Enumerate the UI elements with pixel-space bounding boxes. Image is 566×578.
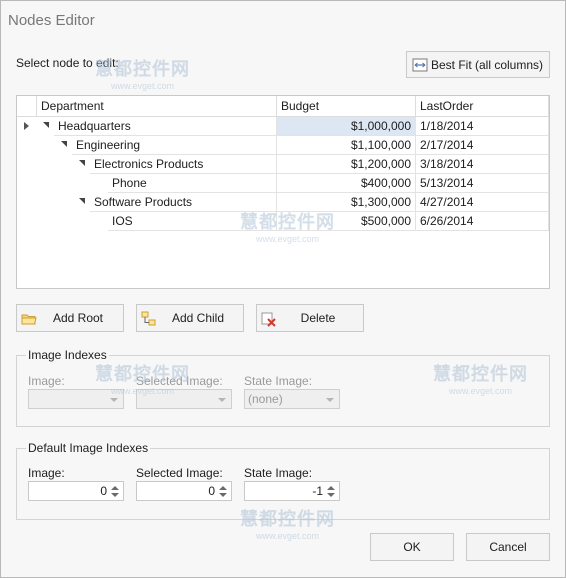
watermark-url: www.evget.com [255,234,320,244]
watermark-text: 慧都控件网 [240,509,335,529]
last-order-cell: 4/27/2014 [416,193,549,212]
department-cell: Electronics Products [90,155,277,174]
spin-down-icon[interactable] [219,493,227,497]
watermark: 慧都控件网 www.evget.com [240,505,335,541]
add-root-label: Add Root [52,311,104,325]
add-root-button[interactable]: Add Root [16,304,124,332]
default-state-image-spinner[interactable]: -1 [244,481,340,501]
state-image-combo[interactable]: (none) [244,389,340,409]
collapse-toggle-icon[interactable] [61,141,67,147]
last-order-cell: 2/17/2014 [416,136,549,155]
spin-down-icon[interactable] [111,493,119,497]
default-selected-image-value: 0 [208,484,215,498]
focused-row-indicator-icon [24,122,29,130]
watermark: 慧都控件网 www.evget.com [95,55,190,91]
department-cell: Engineering [72,136,277,155]
last-order-cell: 5/13/2014 [416,174,549,193]
image-label: Image: [28,374,65,388]
watermark-text: 慧都控件网 [433,364,528,384]
department-cell: Phone [108,174,277,193]
watermark: 慧都控件网 www.evget.com [240,208,335,244]
default-selected-image-spinner[interactable]: 0 [136,481,232,501]
department-cell: Headquarters [54,117,277,136]
watermark-text: 慧都控件网 [95,364,190,384]
indicator-header [17,96,37,117]
default-image-spinner[interactable]: 0 [28,481,124,501]
budget-cell: $1,000,000 [277,117,416,136]
state-image-combo-value: (none) [248,392,283,406]
collapse-toggle-icon[interactable] [43,122,49,128]
watermark-url: www.evget.com [110,386,175,396]
default-selected-image-label: Selected Image: [136,466,223,480]
last-order-cell: 6/26/2014 [416,212,549,231]
default-state-image-value: -1 [312,484,323,498]
spin-up-icon[interactable] [327,486,335,490]
ok-label: OK [403,540,421,554]
column-header-budget[interactable]: Budget [277,96,416,117]
spin-up-icon[interactable] [111,486,119,490]
best-fit-button[interactable]: Best Fit (all columns) [406,51,550,78]
budget-cell: $1,200,000 [277,155,416,174]
spin-up-icon[interactable] [219,486,227,490]
watermark: 慧都控件网 www.evget.com [433,360,528,396]
chevron-down-icon [218,398,226,402]
nodes-tree-grid[interactable]: Department Budget LastOrder Headquarters… [16,95,550,289]
default-image-indexes-title: Default Image Indexes [26,441,151,455]
watermark-url: www.evget.com [110,81,175,91]
best-fit-label: Best Fit (all columns) [431,57,544,72]
last-order-cell: 3/18/2014 [416,155,549,174]
column-header-lastorder[interactable]: LastOrder [416,96,549,117]
default-state-image-label: State Image: [244,466,313,480]
watermark-url: www.evget.com [255,531,320,541]
chevron-down-icon [326,398,334,402]
budget-cell: $1,100,000 [277,136,416,155]
state-image-label: State Image: [244,374,313,388]
column-header-department[interactable]: Department [37,96,277,117]
folder-icon [21,311,37,327]
best-fit-icon [412,57,428,73]
add-child-button[interactable]: Add Child [136,304,244,332]
default-image-label: Image: [28,466,65,480]
ok-button[interactable]: OK [370,533,454,561]
spin-down-icon[interactable] [327,493,335,497]
collapse-toggle-icon[interactable] [79,160,85,166]
add-child-label: Add Child [171,311,225,325]
watermark-url: www.evget.com [448,386,513,396]
dialog-title: Nodes Editor [8,12,95,29]
watermark: 慧都控件网 www.evget.com [95,360,190,396]
chevron-down-icon [110,398,118,402]
cancel-label: Cancel [489,540,527,554]
collapse-toggle-icon[interactable] [79,198,85,204]
delete-icon [261,311,277,327]
last-order-cell: 1/18/2014 [416,117,549,136]
tree-child-icon [141,311,157,327]
cancel-button[interactable]: Cancel [466,533,550,561]
delete-button[interactable]: Delete [256,304,364,332]
budget-cell: $400,000 [277,174,416,193]
watermark-text: 慧都控件网 [95,59,190,79]
watermark-text: 慧都控件网 [240,212,335,232]
delete-label: Delete [300,311,336,325]
default-image-value: 0 [100,484,107,498]
